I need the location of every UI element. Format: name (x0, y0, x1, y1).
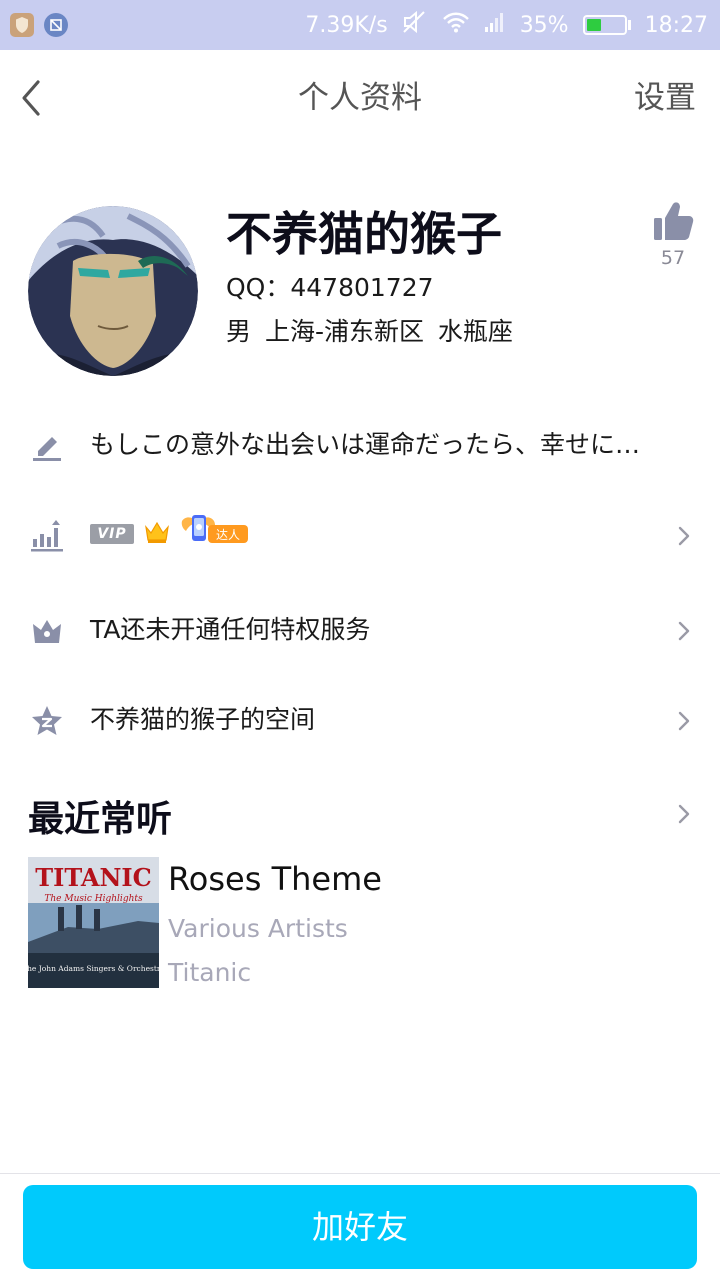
pencil-icon (30, 429, 64, 463)
app-image-icon (44, 13, 68, 37)
signature-row[interactable]: もしこの意外な出会いは運命だったら、幸せに… (0, 405, 720, 485)
add-friend-button[interactable]: 加好友 (23, 1185, 697, 1269)
wifi-icon (442, 11, 470, 39)
daren-badge: 达人 (180, 511, 250, 547)
song-album: Titanic (168, 958, 252, 987)
battery-icon (582, 15, 631, 35)
cover-subtitle: The Music Highlights (44, 894, 143, 904)
avatar[interactable] (28, 206, 198, 376)
page-title: 个人资料 (298, 80, 422, 116)
signal-icon (484, 11, 506, 39)
like-count: 57 (660, 247, 686, 269)
app-shield-icon (10, 13, 34, 37)
chevron-right-icon[interactable] (674, 800, 694, 828)
level-row[interactable]: VIP 达人 (0, 495, 720, 575)
daren-label: 达人 (216, 528, 240, 542)
nickname: 不养猫的猴子 (226, 207, 502, 261)
recent-title: 最近常听 (28, 799, 173, 840)
thumbs-up-icon[interactable] (652, 200, 694, 244)
battery-percent: 35% (519, 12, 569, 38)
chevron-right-icon (678, 711, 690, 731)
chevron-right-icon (678, 526, 690, 546)
crown-icon (144, 519, 170, 545)
network-speed: 7.39K/s (305, 12, 388, 38)
vip-badge: VIP (90, 524, 134, 544)
qq-number: QQ：447801727 (226, 273, 434, 302)
level-chart-icon (30, 519, 64, 553)
privilege-text: TA还未开通任何特权服务 (90, 615, 371, 644)
album-cover[interactable]: TITANIC The Music Highlights The John Ad… (28, 857, 159, 988)
song-title[interactable]: Roses Theme (168, 860, 382, 898)
settings-button[interactable]: 设置 (634, 50, 696, 146)
privilege-row[interactable]: TA还未开通任何特权服务 (0, 590, 720, 670)
crown-outline-icon (30, 614, 64, 648)
song-artist: Various Artists (168, 914, 348, 943)
qzone-row[interactable]: 不养猫的猴子的空间 (0, 680, 720, 760)
qzone-star-icon (30, 704, 64, 738)
app-header: 个人资料 设置 (0, 50, 720, 146)
signature-text: もしこの意外な出会いは運命だったら、幸せに… (90, 430, 641, 459)
chevron-right-icon (678, 621, 690, 641)
qzone-text: 不养猫的猴子的空间 (90, 705, 316, 734)
cover-title: TITANIC (35, 863, 152, 892)
clock: 18:27 (644, 12, 708, 38)
status-bar: 7.39K/s 35% 18:27 (0, 0, 720, 50)
cover-credit: The John Adams Singers & Orchestra (28, 964, 159, 973)
mute-icon (402, 10, 428, 40)
profile-info: 男 上海-浦东新区 水瓶座 (226, 317, 513, 346)
